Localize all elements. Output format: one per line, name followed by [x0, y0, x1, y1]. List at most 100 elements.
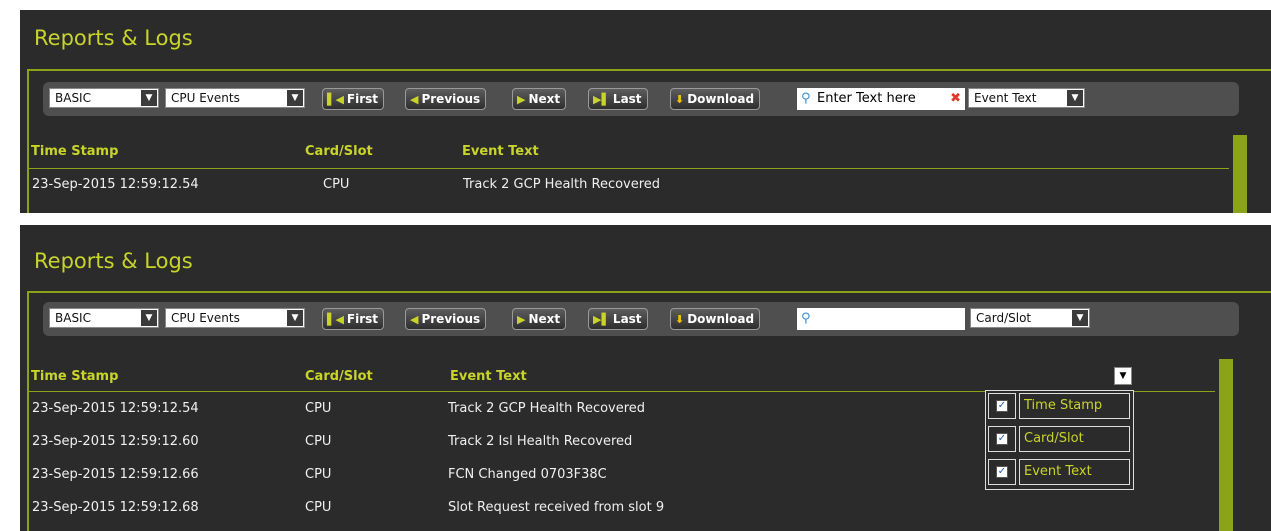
- cell-card-slot: CPU: [305, 434, 332, 449]
- page-title: Reports & Logs: [34, 249, 193, 273]
- download-button[interactable]: ⬇ Download: [670, 88, 761, 110]
- last-label: Last: [612, 92, 642, 106]
- cell-event-text: Slot Request received from slot 9: [448, 500, 665, 515]
- cell-time-stamp: 23-Sep-2015 12:59:12.60: [32, 434, 199, 449]
- first-label: First: [346, 312, 379, 326]
- cell-card-slot: CPU: [323, 177, 350, 192]
- checkbox[interactable]: ✓: [988, 393, 1016, 419]
- content-frame: BASIC ▼ CPU Events ▼ ▌◀ First ◀ Previous ▶…: [27, 291, 1271, 531]
- dropdown-arrow-icon: ▼: [287, 90, 303, 106]
- column-header-time-stamp[interactable]: Time Stamp: [31, 369, 118, 384]
- column-header-card-slot[interactable]: Card/Slot: [305, 369, 373, 384]
- next-button[interactable]: ▶ Next: [512, 308, 567, 330]
- checkbox[interactable]: ✓: [988, 459, 1016, 485]
- cell-card-slot: CPU: [305, 467, 332, 482]
- first-button[interactable]: ▌◀ First: [322, 88, 385, 110]
- previous-label: Previous: [421, 312, 481, 326]
- last-button[interactable]: ▶▌ Last: [588, 308, 648, 330]
- last-icon: ▶▌: [593, 313, 610, 326]
- page-title: Reports & Logs: [34, 26, 193, 50]
- last-button[interactable]: ▶▌ Last: [588, 88, 648, 110]
- mode-select-value: BASIC: [55, 311, 91, 325]
- column-option-label: Card/Slot: [1019, 426, 1130, 452]
- dropdown-arrow-icon: ▼: [1119, 371, 1127, 381]
- clear-icon[interactable]: ✖: [950, 88, 961, 110]
- dropdown-arrow-icon: ▼: [141, 310, 157, 326]
- column-option-label: Event Text: [1019, 459, 1130, 485]
- download-label: Download: [687, 92, 755, 106]
- search-icon: ⚲: [801, 91, 811, 106]
- search-input[interactable]: ⚲ Enter Text here ✖: [797, 88, 965, 110]
- previous-label: Previous: [421, 92, 481, 106]
- mode-select[interactable]: BASIC ▼: [49, 308, 159, 328]
- last-icon: ▶▌: [593, 93, 610, 106]
- next-icon: ▶: [517, 93, 526, 106]
- cell-time-stamp: 23-Sep-2015 12:59:12.54: [32, 177, 199, 192]
- filter-field-select[interactable]: Card/Slot ▼: [970, 308, 1090, 328]
- download-icon: ⬇: [675, 93, 685, 106]
- next-icon: ▶: [517, 313, 526, 326]
- previous-button[interactable]: ◀ Previous: [405, 88, 487, 110]
- cell-event-text: Track 2 GCP Health Recovered: [463, 177, 661, 192]
- next-label: Next: [528, 312, 561, 326]
- cell-event-text: FCN Changed 0703F38C: [448, 467, 607, 482]
- reports-panel-top: Reports & Logs BASIC ▼ CPU Events ▼ ▌◀ Fi…: [20, 10, 1271, 213]
- last-label: Last: [612, 312, 642, 326]
- cell-time-stamp: 23-Sep-2015 12:59:12.68: [32, 500, 199, 515]
- checkbox-icon: ✓: [996, 433, 1008, 445]
- scrollbar[interactable]: [1219, 359, 1233, 531]
- cell-event-text: Track 2 Isl Health Recovered: [448, 434, 633, 449]
- dropdown-arrow-icon: ▼: [287, 310, 303, 326]
- next-label: Next: [528, 92, 561, 106]
- column-option-label: Time Stamp: [1019, 393, 1130, 419]
- previous-button[interactable]: ◀ Previous: [405, 308, 487, 330]
- column-header-event-text[interactable]: Event Text: [450, 369, 527, 384]
- dropdown-arrow-icon: ▼: [141, 90, 157, 106]
- checkbox-icon: ✓: [996, 466, 1008, 478]
- next-button[interactable]: ▶ Next: [512, 88, 567, 110]
- dropdown-arrow-icon: ▼: [1067, 90, 1083, 106]
- reports-panel-bottom: Reports & Logs BASIC ▼ CPU Events ▼ ▌◀ Fi…: [20, 225, 1271, 531]
- log-type-select[interactable]: CPU Events ▼: [165, 308, 305, 328]
- log-type-select-value: CPU Events: [171, 91, 240, 105]
- search-placeholder: Enter Text here: [817, 91, 916, 106]
- first-icon: ▌◀: [327, 93, 344, 106]
- cell-time-stamp: 23-Sep-2015 12:59:12.54: [32, 401, 199, 416]
- filter-field-value: Card/Slot: [976, 311, 1032, 325]
- search-icon: ⚲: [801, 311, 811, 326]
- mode-select-value: BASIC: [55, 91, 91, 105]
- cell-time-stamp: 23-Sep-2015 12:59:12.66: [32, 467, 199, 482]
- column-chooser-menu: ✓ Time Stamp ✓ Card/Slot ✓ Event Text: [985, 390, 1134, 490]
- first-button[interactable]: ▌◀ First: [322, 308, 385, 330]
- column-header-event-text[interactable]: Event Text: [462, 144, 539, 159]
- checkbox-icon: ✓: [996, 400, 1008, 412]
- column-option-time-stamp[interactable]: ✓ Time Stamp: [986, 391, 1133, 423]
- column-header-time-stamp[interactable]: Time Stamp: [31, 144, 118, 159]
- download-label: Download: [687, 312, 755, 326]
- search-input[interactable]: ⚲: [797, 308, 965, 330]
- download-button[interactable]: ⬇ Download: [670, 308, 761, 330]
- first-label: First: [346, 92, 379, 106]
- toolbar: BASIC ▼ CPU Events ▼ ▌◀ First ◀ Previous ▶…: [43, 82, 1239, 116]
- dropdown-arrow-icon: ▼: [1072, 310, 1088, 326]
- checkbox[interactable]: ✓: [988, 426, 1016, 452]
- header-divider: [29, 168, 1229, 169]
- mode-select[interactable]: BASIC ▼: [49, 88, 159, 108]
- filter-field-value: Event Text: [974, 91, 1037, 105]
- column-chooser-trigger[interactable]: ▼: [1114, 367, 1132, 385]
- column-option-card-slot[interactable]: ✓ Card/Slot: [986, 424, 1133, 456]
- content-frame: BASIC ▼ CPU Events ▼ ▌◀ First ◀ Previous ▶…: [27, 69, 1271, 213]
- previous-icon: ◀: [410, 93, 419, 106]
- log-type-select[interactable]: CPU Events ▼: [165, 88, 305, 108]
- column-header-card-slot[interactable]: Card/Slot: [305, 144, 373, 159]
- log-type-select-value: CPU Events: [171, 311, 240, 325]
- toolbar: BASIC ▼ CPU Events ▼ ▌◀ First ◀ Previous ▶…: [43, 302, 1239, 336]
- column-option-event-text[interactable]: ✓ Event Text: [986, 457, 1133, 489]
- previous-icon: ◀: [410, 313, 419, 326]
- filter-field-select[interactable]: Event Text ▼: [968, 88, 1085, 108]
- cell-event-text: Track 2 GCP Health Recovered: [448, 401, 646, 416]
- scrollbar[interactable]: [1233, 135, 1247, 213]
- download-icon: ⬇: [675, 313, 685, 326]
- cell-card-slot: CPU: [305, 401, 332, 416]
- first-icon: ▌◀: [327, 313, 344, 326]
